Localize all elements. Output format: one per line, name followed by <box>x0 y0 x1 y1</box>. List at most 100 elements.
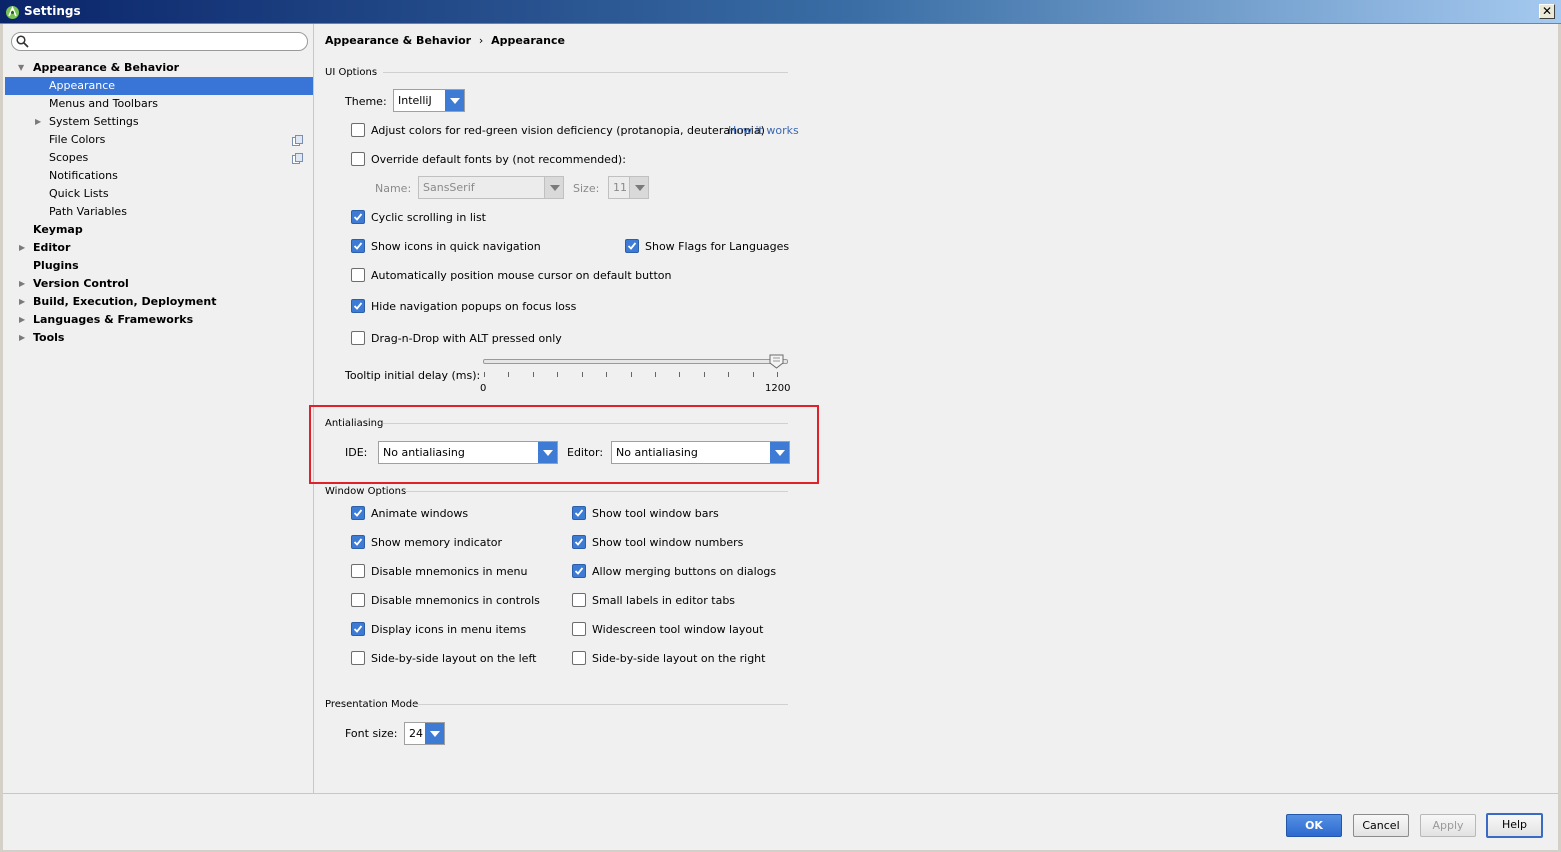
section-divider <box>383 423 788 424</box>
window-option-label: Animate windows <box>371 507 469 520</box>
checkmark-icon <box>574 538 584 546</box>
slider-thumb[interactable] <box>769 354 784 369</box>
sidebar-item-appearance-behavior[interactable]: ▼ Appearance & Behavior <box>3 59 313 77</box>
window-option-checkbox[interactable] <box>572 593 586 607</box>
slider-tick <box>581 372 583 377</box>
sidebar-item-languages-frameworks[interactable]: ▶ Languages & Frameworks <box>3 311 313 329</box>
slider-tick <box>484 372 485 377</box>
sidebar-item-tools[interactable]: ▶ Tools <box>3 329 313 347</box>
sidebar-item-editor[interactable]: ▶ Editor <box>3 239 313 257</box>
window-option-checkbox[interactable] <box>351 622 365 636</box>
checkmark-icon <box>353 625 363 633</box>
section-divider <box>413 704 788 705</box>
title-bar: Settings ✕ <box>0 0 1561 24</box>
slider-tick <box>679 372 681 377</box>
checkmark-icon <box>353 509 363 517</box>
presentation-font-size-select[interactable]: 24 <box>404 722 445 745</box>
close-window-button[interactable]: ✕ <box>1539 4 1555 19</box>
sidebar-item-scopes[interactable]: Scopes <box>3 149 313 167</box>
ide-antialiasing-label: IDE: <box>345 446 368 459</box>
checkmark-icon <box>627 242 637 250</box>
override-fonts-checkbox[interactable] <box>351 152 365 166</box>
breadcrumb-separator: › <box>478 34 484 47</box>
window-option-checkbox[interactable] <box>572 622 586 636</box>
window-option-checkbox[interactable] <box>572 506 586 520</box>
sidebar-item-build-execution[interactable]: ▶ Build, Execution, Deployment <box>3 293 313 311</box>
settings-content: Appearance & Behavior › Appearance UI Op… <box>309 24 1558 793</box>
checkmark-icon <box>353 242 363 250</box>
editor-antialiasing-label: Editor: <box>567 446 604 459</box>
settings-window: ▼ Appearance & Behavior Appearance Menus… <box>3 24 1558 850</box>
collapsed-triangle-icon: ▶ <box>19 333 26 342</box>
slider-tick <box>606 372 608 377</box>
sidebar-item-path-variables[interactable]: Path Variables <box>3 203 313 221</box>
sidebar-item-system-settings[interactable]: ▶ System Settings <box>3 113 313 131</box>
show-icons-nav-checkbox[interactable] <box>351 239 365 253</box>
project-settings-icon <box>292 153 303 164</box>
window-option-checkbox[interactable] <box>351 506 365 520</box>
chevron-down-icon <box>538 442 557 463</box>
collapsed-triangle-icon: ▶ <box>19 279 26 288</box>
drag-n-drop-checkbox[interactable] <box>351 331 365 345</box>
window-option-label: Side-by-side layout on the left <box>371 652 537 665</box>
sidebar-item-menus-toolbars[interactable]: Menus and Toolbars <box>3 95 313 113</box>
window-option-label: Display icons in menu items <box>371 623 527 636</box>
override-fonts-label: Override default fonts by (not recommend… <box>371 153 626 166</box>
show-flags-checkbox[interactable] <box>625 239 639 253</box>
theme-select[interactable]: IntelliJ <box>393 89 465 112</box>
apply-button[interactable]: Apply <box>1420 814 1476 837</box>
project-settings-icon <box>292 135 303 146</box>
sidebar-item-plugins[interactable]: Plugins <box>3 257 313 275</box>
font-size-label: Size: <box>573 182 600 195</box>
window-option-label: Side-by-side layout on the right <box>592 652 766 665</box>
sidebar-item-keymap[interactable]: Keymap <box>3 221 313 239</box>
window-option-checkbox[interactable] <box>572 564 586 578</box>
hide-nav-popups-checkbox[interactable] <box>351 299 365 313</box>
cancel-button[interactable]: Cancel <box>1353 814 1409 837</box>
collapsed-triangle-icon: ▶ <box>19 243 26 252</box>
chevron-down-icon <box>425 723 444 744</box>
sidebar-item-appearance[interactable]: Appearance <box>5 77 313 95</box>
cyclic-scrolling-label: Cyclic scrolling in list <box>371 211 486 224</box>
ok-button[interactable]: OK <box>1286 814 1342 837</box>
search-field[interactable] <box>11 32 308 51</box>
slider-tick <box>508 372 510 377</box>
window-option-checkbox[interactable] <box>572 535 586 549</box>
section-title-window-options: Window Options <box>325 486 407 497</box>
sidebar-item-quick-lists[interactable]: Quick Lists <box>3 185 313 203</box>
section-title-antialiasing: Antialiasing <box>325 418 384 429</box>
window-option-checkbox[interactable] <box>351 593 365 607</box>
window-option-label: Show tool window numbers <box>592 536 744 549</box>
cyclic-scrolling-checkbox[interactable] <box>351 210 365 224</box>
sidebar-item-notifications[interactable]: Notifications <box>3 167 313 185</box>
expanded-triangle-icon: ▼ <box>18 63 25 72</box>
tooltip-delay-slider[interactable] <box>483 359 788 364</box>
sidebar-item-file-colors[interactable]: File Colors <box>3 131 313 149</box>
show-flags-label: Show Flags for Languages <box>645 240 790 253</box>
breadcrumb-current: Appearance <box>491 34 565 47</box>
how-it-works-link[interactable]: How it works <box>728 124 799 137</box>
checkmark-icon <box>574 567 584 575</box>
breadcrumb-parent: Appearance & Behavior <box>325 34 472 47</box>
slider-tick <box>777 372 778 377</box>
editor-antialiasing-select[interactable]: No antialiasing <box>611 441 790 464</box>
collapsed-triangle-icon: ▶ <box>19 315 26 324</box>
window-option-checkbox[interactable] <box>351 651 365 665</box>
presentation-font-size-label: Font size: <box>345 727 398 740</box>
window-option-checkbox[interactable] <box>351 535 365 549</box>
window-option-label: Show memory indicator <box>371 536 503 549</box>
checkmark-icon <box>353 213 363 221</box>
font-size-select[interactable]: 11 <box>608 176 649 199</box>
dialog-footer: OK Cancel Apply Help <box>3 793 1558 850</box>
window-option-checkbox[interactable] <box>351 564 365 578</box>
chevron-down-icon <box>544 177 563 198</box>
window-title: Settings <box>24 4 81 18</box>
checkmark-icon <box>353 302 363 310</box>
adjust-colors-checkbox[interactable] <box>351 123 365 137</box>
help-button[interactable]: Help <box>1486 813 1543 838</box>
auto-position-checkbox[interactable] <box>351 268 365 282</box>
window-option-checkbox[interactable] <box>572 651 586 665</box>
ide-antialiasing-select[interactable]: No antialiasing <box>378 441 558 464</box>
font-name-select[interactable]: SansSerif <box>418 176 564 199</box>
sidebar-item-version-control[interactable]: ▶ Version Control <box>3 275 313 293</box>
